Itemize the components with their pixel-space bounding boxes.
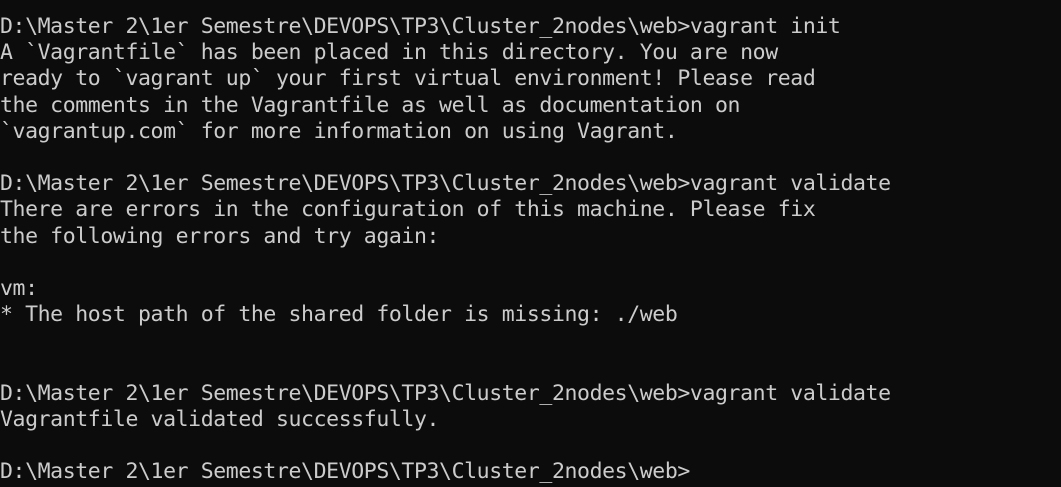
output-line: `vagrantup.com` for more information on …	[0, 118, 678, 144]
output-line: the comments in the Vagrantfile as well …	[0, 92, 741, 118]
current-prompt-line[interactable]: D:\Master 2\1er Semestre\DEVOPS\TP3\Clus…	[0, 459, 1061, 485]
output-line: Vagrantfile validated successfully.	[0, 406, 440, 432]
output-line: There are errors in the configuration of…	[0, 197, 816, 223]
terminal-window[interactable]: D:\Master 2\1er Semestre\DEVOPS\TP3\Clus…	[0, 0, 1061, 487]
output-line: ready to `vagrant up` your first virtual…	[0, 66, 816, 92]
output-line: the following errors and try again:	[0, 223, 440, 249]
prompt-line: D:\Master 2\1er Semestre\DEVOPS\TP3\Clus…	[0, 14, 841, 39]
output-line: A `Vagrantfile` has been placed in this …	[0, 40, 778, 66]
prompt-line: D:\Master 2\1er Semestre\DEVOPS\TP3\Clus…	[0, 380, 891, 406]
prompt-line: D:\Master 2\1er Semestre\DEVOPS\TP3\Clus…	[0, 171, 891, 197]
error-line: * The host path of the shared folder is …	[0, 302, 678, 328]
output-line: vm:	[0, 275, 38, 301]
